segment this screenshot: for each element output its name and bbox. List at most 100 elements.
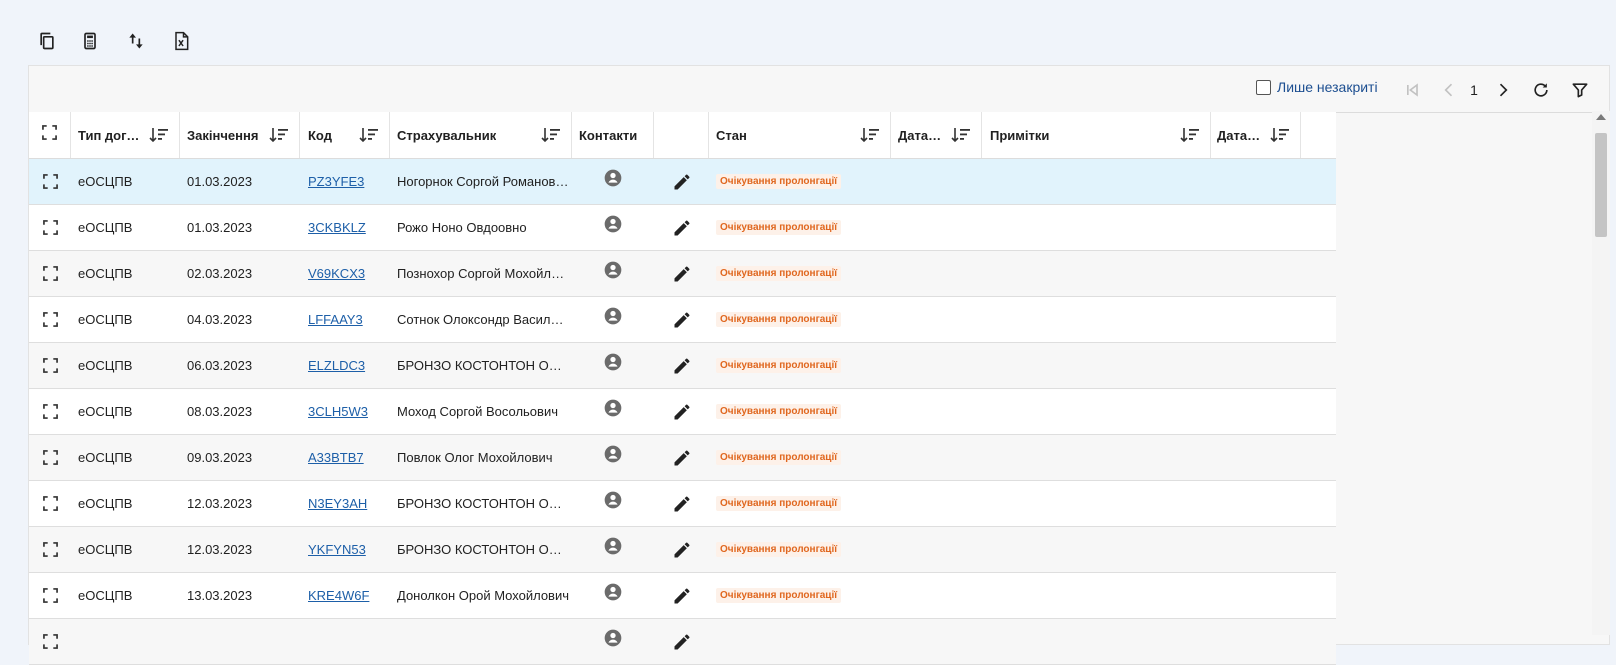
column-header-code[interactable]: Код <box>300 112 390 158</box>
swap-vertical-icon[interactable] <box>125 30 147 52</box>
expand-icon[interactable] <box>42 312 58 327</box>
cell-contacts <box>572 435 654 480</box>
edit-pencil-icon[interactable] <box>672 494 692 514</box>
prev-page-icon[interactable] <box>1437 78 1461 102</box>
column-header-notes[interactable]: Примітки <box>982 112 1211 158</box>
column-header-end_date[interactable]: Закінчення <box>180 112 300 158</box>
column-header-date1[interactable]: Дата ... <box>891 112 982 158</box>
scroll-up-icon[interactable] <box>1596 114 1606 120</box>
filter-icon[interactable] <box>1568 78 1592 102</box>
sort-icon[interactable] <box>1270 126 1290 144</box>
expand-icon[interactable] <box>42 358 58 373</box>
row-expand-cell <box>29 251 71 296</box>
expand-icon[interactable] <box>42 450 58 465</box>
sort-icon[interactable] <box>359 126 379 144</box>
table-row[interactable]: еОСЦПВ 13.03.2023 KRE4W6F Донолкон Орой Мох… <box>29 573 1336 619</box>
code-link[interactable]: LFFAAY3 <box>308 312 363 327</box>
row-expand-cell <box>29 481 71 526</box>
table-row[interactable]: еОСЦПВ 08.03.2023 3CLH5W3 Моход Соргой Восо… <box>29 389 1336 435</box>
edit-pencil-icon[interactable] <box>672 218 692 238</box>
code-link[interactable]: YKFYN53 <box>308 542 366 557</box>
table-row[interactable]: еОСЦПВ 12.03.2023 N3EY3AH БРОНЗО КОСТОНТОН … <box>29 481 1336 527</box>
contact-person-icon[interactable] <box>603 168 623 188</box>
contact-person-icon[interactable] <box>603 490 623 510</box>
only-open-filter[interactable]: Лише незакриті <box>1256 79 1378 95</box>
refresh-icon[interactable] <box>1529 78 1553 102</box>
code-link[interactable]: V69KCX3 <box>308 266 365 281</box>
code-link[interactable]: A33BTB7 <box>308 450 364 465</box>
table-row[interactable]: еОСЦПВ 06.03.2023 ELZLDC3 БРОНЗО КОСТОНТОН … <box>29 343 1336 389</box>
sort-icon[interactable] <box>860 126 880 144</box>
calculator-icon[interactable] <box>79 30 101 52</box>
edit-pencil-icon[interactable] <box>672 448 692 468</box>
table-row[interactable]: еОСЦПВ 04.03.2023 LFFAAY3 Сотнок Олоксондр … <box>29 297 1336 343</box>
copy-icon[interactable] <box>36 30 58 52</box>
first-page-icon[interactable] <box>1400 78 1424 102</box>
contact-person-icon[interactable] <box>603 628 623 648</box>
code-link[interactable]: KRE4W6F <box>308 588 369 603</box>
sort-icon[interactable] <box>951 126 971 144</box>
edit-pencil-icon[interactable] <box>672 402 692 422</box>
contact-person-icon[interactable] <box>603 582 623 602</box>
table-row[interactable]: еОСЦПВ 09.03.2023 A33BTB7 Повлок Олог Мохой… <box>29 435 1336 481</box>
edit-pencil-icon[interactable] <box>672 172 692 192</box>
expand-icon[interactable] <box>42 588 58 603</box>
cell-end-date: 01.03.2023 <box>187 174 253 189</box>
sort-icon[interactable] <box>541 126 561 144</box>
scroll-thumb[interactable] <box>1595 133 1607 237</box>
expand-icon[interactable] <box>42 496 58 511</box>
contact-person-icon[interactable] <box>603 444 623 464</box>
expand-icon[interactable] <box>42 404 58 419</box>
table-row[interactable] <box>29 619 1336 665</box>
expand-icon[interactable] <box>42 634 58 649</box>
edit-pencil-icon[interactable] <box>672 264 692 284</box>
expand-icon[interactable] <box>42 542 58 557</box>
table-row[interactable]: еОСЦПВ 02.03.2023 V69KCX3 Познохор Соргой М… <box>29 251 1336 297</box>
table-row[interactable]: еОСЦПВ 12.03.2023 YKFYN53 БРОНЗО КОСТОНТОН … <box>29 527 1336 573</box>
column-header-status[interactable]: Стан <box>709 112 891 158</box>
edit-pencil-icon[interactable] <box>672 356 692 376</box>
cell-edit <box>654 343 709 388</box>
cell-edit <box>654 297 709 342</box>
code-link[interactable]: 3CKBKLZ <box>308 220 366 235</box>
contact-person-icon[interactable] <box>603 214 623 234</box>
status-badge: Очікування пролонгації <box>716 542 842 557</box>
only-open-label[interactable]: Лише незакриті <box>1277 79 1378 95</box>
table-row[interactable]: еОСЦПВ 01.03.2023 PZ3YFE3 Ногорнок Соргой Р… <box>29 159 1336 205</box>
excel-export-icon[interactable] <box>170 30 192 52</box>
cell-contacts <box>572 159 654 204</box>
edit-pencil-icon[interactable] <box>672 310 692 330</box>
contact-person-icon[interactable] <box>603 536 623 556</box>
expand-all-icon[interactable] <box>42 125 57 145</box>
contact-person-icon[interactable] <box>603 352 623 372</box>
sort-icon[interactable] <box>1180 126 1200 144</box>
expand-icon[interactable] <box>42 174 58 189</box>
column-header-contacts[interactable]: Контакти <box>572 112 654 158</box>
vertical-scrollbar[interactable] <box>1592 111 1610 635</box>
column-header-expand[interactable] <box>29 112 71 158</box>
cell-insurer: Повлок Олог Мохойлович <box>390 435 572 480</box>
edit-pencil-icon[interactable] <box>672 586 692 606</box>
contact-person-icon[interactable] <box>603 306 623 326</box>
contact-person-icon[interactable] <box>603 260 623 280</box>
cell-status: Очікування пролонгації <box>709 481 891 526</box>
expand-icon[interactable] <box>42 266 58 281</box>
code-link[interactable]: 3CLH5W3 <box>308 404 368 419</box>
status-badge: Очікування пролонгації <box>716 404 842 419</box>
sort-icon[interactable] <box>269 126 289 144</box>
expand-icon[interactable] <box>42 220 58 235</box>
column-header-date2[interactable]: Дата ... <box>1211 112 1301 158</box>
next-page-icon[interactable] <box>1491 78 1515 102</box>
code-link[interactable]: ELZLDC3 <box>308 358 365 373</box>
code-link[interactable]: PZ3YFE3 <box>308 174 364 189</box>
edit-pencil-icon[interactable] <box>672 540 692 560</box>
column-header-type[interactable]: Тип договору <box>71 112 180 158</box>
column-header-insurer[interactable]: Страхувальник <box>390 112 572 158</box>
table-row[interactable]: еОСЦПВ 01.03.2023 3CKBKLZ Рожо Ноно Овдоовн… <box>29 205 1336 251</box>
column-header-edit[interactable] <box>654 112 709 158</box>
sort-icon[interactable] <box>149 126 169 144</box>
code-link[interactable]: N3EY3AH <box>308 496 367 511</box>
only-open-checkbox[interactable] <box>1256 79 1271 95</box>
contact-person-icon[interactable] <box>603 398 623 418</box>
cell-date1 <box>891 297 982 342</box>
